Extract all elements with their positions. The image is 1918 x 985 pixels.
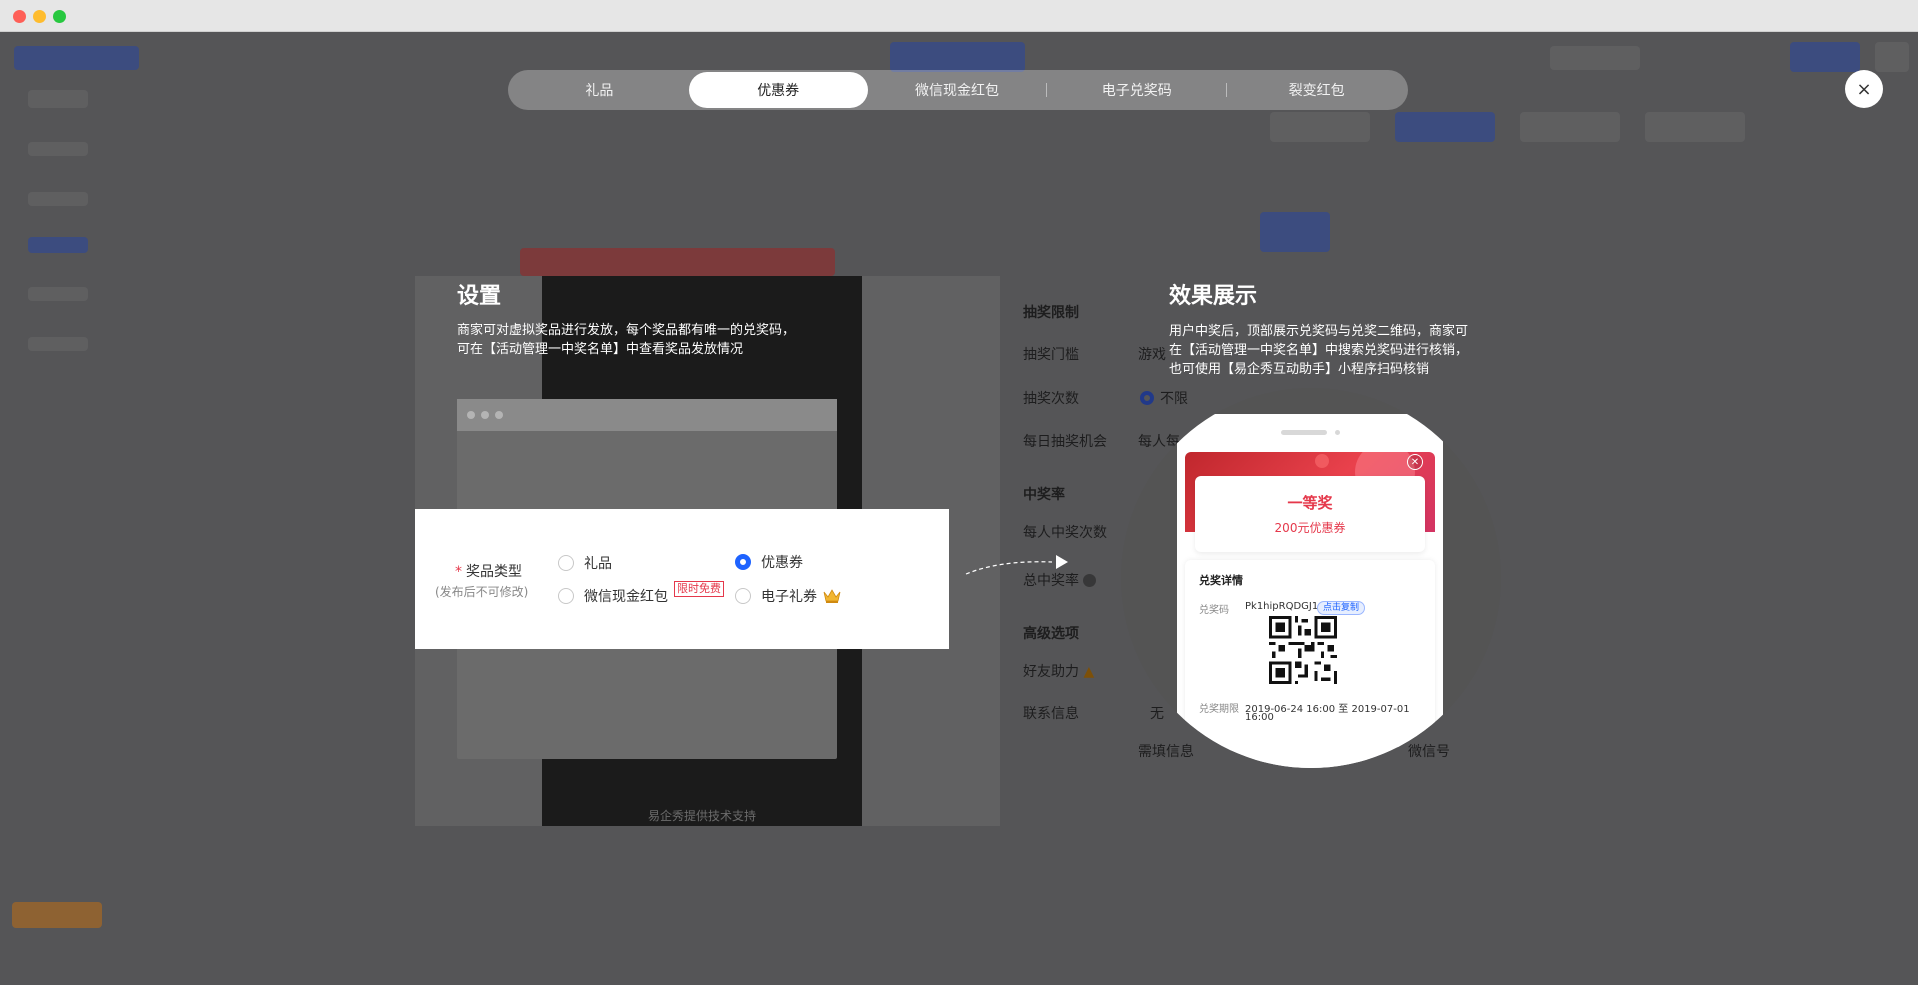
phone-mockup: ✕ 一等奖 200元优惠券 兑奖详情 兑奖码 Pk1hipRQDGJ1 点击复制…	[1177, 414, 1443, 768]
bg-sidebar-item	[28, 192, 88, 206]
settings-description: 商家可对虚拟奖品进行发放，每个奖品都有唯一的兑奖码， 可在【活动管理一中奖名单】…	[457, 321, 795, 359]
bg-avatar	[1875, 42, 1909, 72]
redeem-period-label: 兑奖期限	[1199, 704, 1239, 715]
radio-icon	[1140, 391, 1154, 405]
form-value: 游戏	[1138, 347, 1166, 363]
settings-description-line: 商家可对虚拟奖品进行发放，每个奖品都有唯一的兑奖码，	[457, 323, 796, 338]
decor-bubble	[1315, 454, 1329, 468]
option-gift[interactable]: 礼品	[558, 553, 612, 573]
bg-header-cta	[1790, 42, 1860, 72]
bg-step	[1260, 212, 1330, 252]
bg-sidebar-item-active	[28, 237, 88, 253]
bg-sidebar-item	[28, 90, 88, 108]
qr-code-icon	[1269, 616, 1337, 684]
bg-tab	[1520, 112, 1620, 142]
redeem-code-value: Pk1hipRQDGJ1	[1245, 601, 1319, 612]
redeem-detail-title: 兑奖详情	[1199, 574, 1243, 587]
prize-type-label: * 奖品类型	[455, 561, 522, 581]
redeem-period-value-cont: 16:00	[1245, 712, 1274, 723]
prize-category-tabs: 礼品 优惠券 微信现金红包 电子兑奖码 裂变红包	[508, 70, 1408, 110]
form-label: 抽奖次数	[1023, 391, 1079, 407]
tab-gift[interactable]: 礼品	[510, 72, 689, 108]
bg-promo-badge	[12, 902, 102, 928]
settings-title: 设置	[457, 284, 502, 309]
prize-subtitle: 200元优惠券	[1274, 521, 1346, 535]
option-gift-label: 礼品	[584, 556, 612, 572]
form-value-radio: 不限	[1140, 388, 1188, 408]
radio-coupon[interactable]	[735, 554, 751, 570]
form-label: 联系信息	[1023, 706, 1079, 722]
effect-title: 效果展示	[1169, 284, 1258, 309]
form-label: 抽奖限制	[1023, 305, 1079, 321]
form-value: 无	[1150, 706, 1164, 722]
close-window-button[interactable]	[13, 10, 26, 23]
option-wechat-cash-label: 微信现金红包	[584, 589, 668, 605]
prize-type-hint: (发布后不可修改)	[435, 585, 529, 599]
phone-notch	[1281, 430, 1327, 435]
redeem-detail-card: 兑奖详情 兑奖码 Pk1hipRQDGJ1 点击复制 兑奖期限 2019-06-…	[1185, 560, 1435, 768]
bg-tab	[1645, 112, 1745, 142]
arrow-icon	[965, 555, 1068, 575]
effect-description-line: 用户中奖后，顶部展示兑奖码与兑奖二维码，商家可	[1169, 324, 1469, 339]
bg-header-item	[1550, 46, 1640, 70]
form-label: 每人中奖次数	[1023, 525, 1107, 541]
required-mark: *	[455, 564, 462, 580]
redeem-code-label: 兑奖码	[1199, 605, 1229, 616]
window-titlebar	[0, 0, 1918, 32]
tab-e-redeem-code[interactable]: 电子兑奖码	[1047, 72, 1226, 108]
limited-free-badge: 限时免费	[674, 581, 724, 597]
form-value-text: 不限	[1160, 391, 1188, 407]
option-e-voucher-label: 电子礼券	[761, 589, 817, 605]
option-coupon-label: 优惠券	[761, 555, 803, 571]
maximize-window-button[interactable]	[53, 10, 66, 23]
bg-sidebar-item	[28, 337, 88, 351]
bg-tab-active	[1395, 112, 1495, 142]
option-coupon[interactable]: 优惠券	[735, 552, 803, 572]
tab-fission-red-packet[interactable]: 裂变红包	[1227, 72, 1406, 108]
form-label-text: 好友助力	[1023, 664, 1079, 680]
mock-window-bar	[457, 399, 837, 431]
copy-code-button[interactable]: 点击复制	[1317, 601, 1366, 615]
tab-wechat-cash-red-packet[interactable]: 微信现金红包	[868, 72, 1047, 108]
bg-tab	[1270, 112, 1370, 142]
effect-description: 用户中奖后，顶部展示兑奖码与兑奖二维码，商家可 在【活动管理一中奖名单】中搜索兑…	[1169, 322, 1468, 379]
bg-sidebar-item	[28, 142, 88, 156]
effect-description-line: 也可使用【易企秀互动助手】小程序扫码核销	[1169, 362, 1430, 377]
help-icon	[1083, 574, 1097, 587]
effect-preview-circle: ✕ 一等奖 200元优惠券 兑奖详情 兑奖码 Pk1hipRQDGJ1 点击复制…	[1121, 388, 1501, 768]
minimize-window-button[interactable]	[33, 10, 46, 23]
tab-coupon[interactable]: 优惠券	[688, 72, 868, 108]
bg-logo	[14, 46, 139, 70]
window-dot-icon	[481, 411, 489, 419]
close-overlay-button[interactable]: ×	[1845, 70, 1883, 108]
phone-footer-text: 易企秀提供技术支持	[647, 809, 756, 823]
prize-close-icon[interactable]: ✕	[1407, 454, 1423, 470]
crown-icon	[823, 589, 841, 603]
close-icon: ×	[1856, 78, 1872, 100]
prize-type-card: * 奖品类型 (发布后不可修改) 礼品 优惠券 微信现金红包 限时免费 电子礼券	[415, 509, 949, 649]
warning-icon: ▲	[1083, 664, 1095, 680]
phone-camera	[1335, 430, 1340, 435]
form-label: 好友助力 ▲	[1023, 661, 1094, 681]
bg-sidebar-item	[28, 287, 88, 301]
settings-description-line: 可在【活动管理一中奖名单】中查看奖品发放情况	[457, 342, 744, 357]
bg-phone-status-bar	[520, 248, 835, 276]
form-label: 每日抽奖机会	[1023, 434, 1107, 450]
prize-title: 一等奖	[1287, 494, 1333, 512]
effect-description-line: 在【活动管理一中奖名单】中搜索兑奖码进行核销，	[1169, 343, 1469, 358]
prize-box: 一等奖 200元优惠券	[1195, 476, 1425, 552]
radio-gift[interactable]	[558, 555, 574, 571]
radio-e-voucher[interactable]	[735, 588, 751, 604]
window-dot-icon	[467, 411, 475, 419]
option-e-voucher[interactable]: 电子礼券	[735, 586, 841, 606]
radio-wechat-cash[interactable]	[558, 588, 574, 604]
form-label: 中奖率	[1023, 487, 1065, 503]
bg-header-button	[890, 42, 1025, 72]
form-label: 高级选项	[1023, 626, 1079, 642]
prize-type-label-text: 奖品类型	[466, 564, 522, 580]
form-label: 抽奖门槛	[1023, 347, 1079, 363]
option-wechat-cash[interactable]: 微信现金红包 限时免费	[558, 581, 724, 606]
window-dot-icon	[495, 411, 503, 419]
